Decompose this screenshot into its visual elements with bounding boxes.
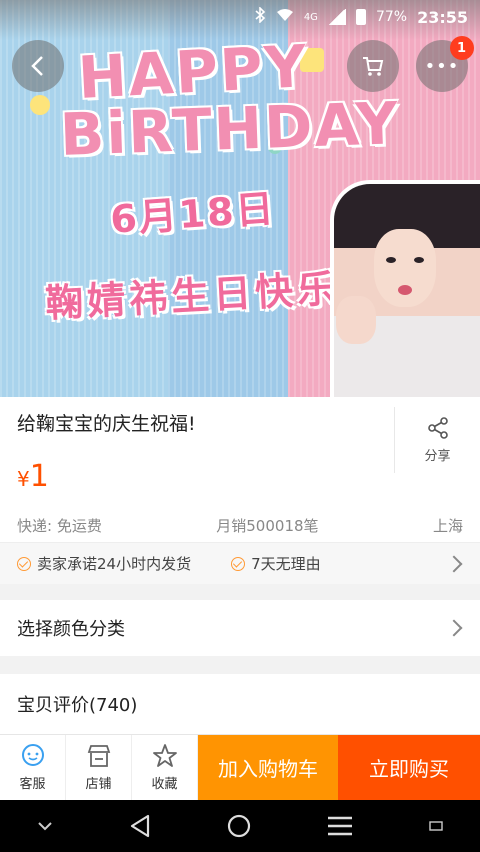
battery-icon <box>355 9 366 25</box>
add-to-cart-button[interactable]: 加入购物车 <box>198 735 338 800</box>
share-label: 分享 <box>424 448 451 464</box>
product-meta: 快递: 免运费 月销500018笔 上海 <box>17 515 463 536</box>
wifi-icon <box>276 8 294 26</box>
chevron-down-icon[interactable] <box>37 821 53 831</box>
menu-lines-icon[interactable] <box>326 815 354 837</box>
favorite-button[interactable]: 收藏 <box>132 735 198 800</box>
seller-promises-row[interactable]: 卖家承诺24小时内发货 7天无理由 <box>0 542 480 584</box>
monthly-sales: 月销500018笔 <box>216 517 319 535</box>
notification-badge: 1 <box>450 36 474 60</box>
product-info-card: 给鞠宝宝的庆生祝福! 分享 ¥1 快递: 免运费 月销500018笔 上海 <box>0 397 480 542</box>
favorite-label: 收藏 <box>151 777 178 792</box>
share-button[interactable]: 分享 <box>394 407 480 473</box>
chevron-right-icon <box>445 555 463 572</box>
select-color-row[interactable]: 选择颜色分类 <box>0 600 480 656</box>
price: ¥1 <box>17 459 49 494</box>
ship-location: 上海 <box>432 517 463 535</box>
keyboard-icon[interactable] <box>429 820 443 832</box>
star-icon <box>152 744 177 767</box>
more-dots-icon: ••• <box>424 55 460 77</box>
promise-item: 7天无理由 <box>231 553 321 574</box>
clock: 23:55 <box>417 7 468 27</box>
check-circle-icon <box>231 556 246 571</box>
shop-button[interactable]: 店铺 <box>66 735 132 800</box>
customer-service-label: 客服 <box>19 777 46 792</box>
shipping-info: 快递: 免运费 <box>17 517 102 535</box>
product-title: 给鞠宝宝的庆生祝福! <box>17 413 196 435</box>
price-value: 1 <box>29 459 49 494</box>
back-triangle-icon[interactable] <box>128 813 152 839</box>
shop-icon <box>87 745 110 767</box>
product-hero-image[interactable]: HAPPY BiRTHDAY 6月18日 鞠婧祎生日快乐 <box>0 0 480 397</box>
buy-now-button[interactable]: 立即购买 <box>338 735 480 800</box>
system-nav-bar <box>0 800 480 852</box>
promise-label: 7天无理由 <box>251 555 321 573</box>
select-color-label: 选择颜色分类 <box>17 619 125 640</box>
back-button[interactable] <box>12 40 64 92</box>
signal-icon <box>327 9 346 25</box>
promise-label: 卖家承诺24小时内发货 <box>37 555 192 573</box>
decoration <box>30 95 50 115</box>
home-circle-icon[interactable] <box>226 813 252 839</box>
more-button[interactable]: ••• 1 <box>416 36 474 92</box>
promise-item: 卖家承诺24小时内发货 <box>17 553 191 574</box>
hero-birthday-text: BiRTHDAY <box>58 89 401 169</box>
check-circle-icon <box>17 556 31 571</box>
chat-bubble-icon <box>21 744 44 766</box>
chevron-left-icon <box>31 56 43 76</box>
cart-button[interactable] <box>347 40 399 92</box>
chevron-right-icon <box>445 619 463 637</box>
bottom-action-bar: 客服 店铺 收藏 加入购物车 立即购买 <box>0 734 480 800</box>
bluetooth-icon <box>254 6 266 27</box>
battery-percent: 77% <box>375 9 408 25</box>
network-type: 4G <box>303 11 318 23</box>
cart-icon <box>363 57 384 76</box>
share-icon <box>427 416 448 439</box>
currency-symbol: ¥ <box>17 467 30 491</box>
status-bar: 4G 77% 23:55 <box>0 0 480 34</box>
hero-date-text: 6月18日 <box>108 186 277 242</box>
reviews-label: 宝贝评价(740) <box>17 695 138 716</box>
shop-label: 店铺 <box>85 777 112 792</box>
customer-service-button[interactable]: 客服 <box>0 735 66 800</box>
product-detail-screen: HAPPY BiRTHDAY 6月18日 鞠婧祎生日快乐 4G 77% 23:5… <box>0 0 480 852</box>
portrait-photo <box>330 180 480 397</box>
reviews-row[interactable]: 宝贝评价(740) <box>0 674 480 734</box>
